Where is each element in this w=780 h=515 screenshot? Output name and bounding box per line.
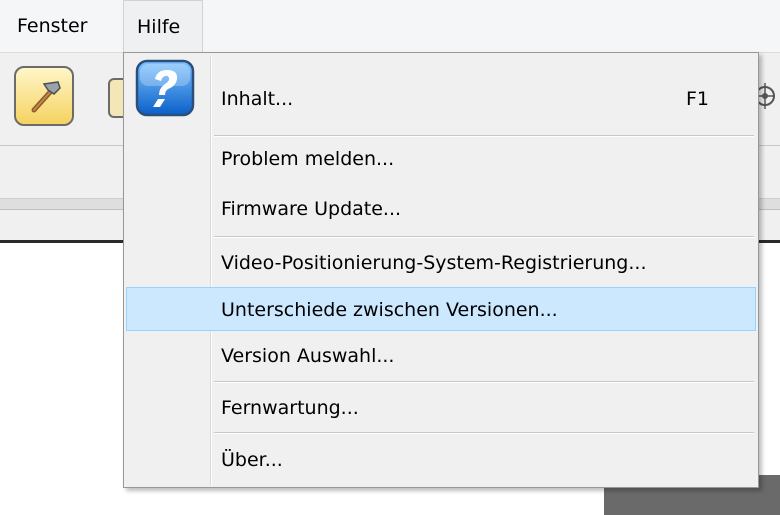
menu-item-vps-registrierung[interactable]: Video-Positionierung-System-Registrierun… [126, 241, 756, 285]
menu-separator [214, 135, 754, 137]
menu-hilfe[interactable]: Hilfe [123, 0, 203, 52]
menu-item-problem-melden[interactable]: Problem melden... [126, 137, 756, 181]
menu-item-label: Unterschiede zwischen Versionen... [221, 299, 558, 321]
menu-item-firmware-update[interactable]: Firmware Update... [126, 187, 756, 231]
menu-separator [214, 236, 754, 238]
menu-item-ueber[interactable]: Über... [126, 438, 756, 482]
menu-item-label: Inhalt... [221, 88, 294, 110]
menu-separator [214, 381, 754, 383]
menu-item-label: Video-Positionierung-System-Registrierun… [221, 252, 647, 274]
hammer-icon [31, 81, 61, 113]
menu-bar: Fenster Hilfe [0, 0, 780, 53]
menu-item-label: Firmware Update... [221, 198, 402, 220]
menu-item-fernwartung[interactable]: Fernwartung... [126, 386, 756, 430]
menu-item-shortcut: F1 [685, 88, 709, 110]
menu-item-label: Fernwartung... [221, 397, 359, 419]
help-dropdown-menu: Inhalt... F1 Problem melden... Firmware … [123, 52, 759, 488]
menu-item-label: Version Auswahl... [221, 345, 395, 367]
menu-item-version-auswahl[interactable]: Version Auswahl... [126, 334, 756, 378]
menu-item-label: Problem melden... [221, 148, 395, 170]
menu-item-unterschiede[interactable]: Unterschiede zwischen Versionen... [126, 287, 756, 331]
menu-separator [214, 432, 754, 434]
menu-fenster[interactable]: Fenster [17, 8, 87, 44]
hammer-tool-button[interactable] [14, 66, 74, 126]
menu-item-inhalt[interactable]: Inhalt... F1 [126, 77, 756, 121]
menu-item-label: Über... [221, 449, 283, 471]
